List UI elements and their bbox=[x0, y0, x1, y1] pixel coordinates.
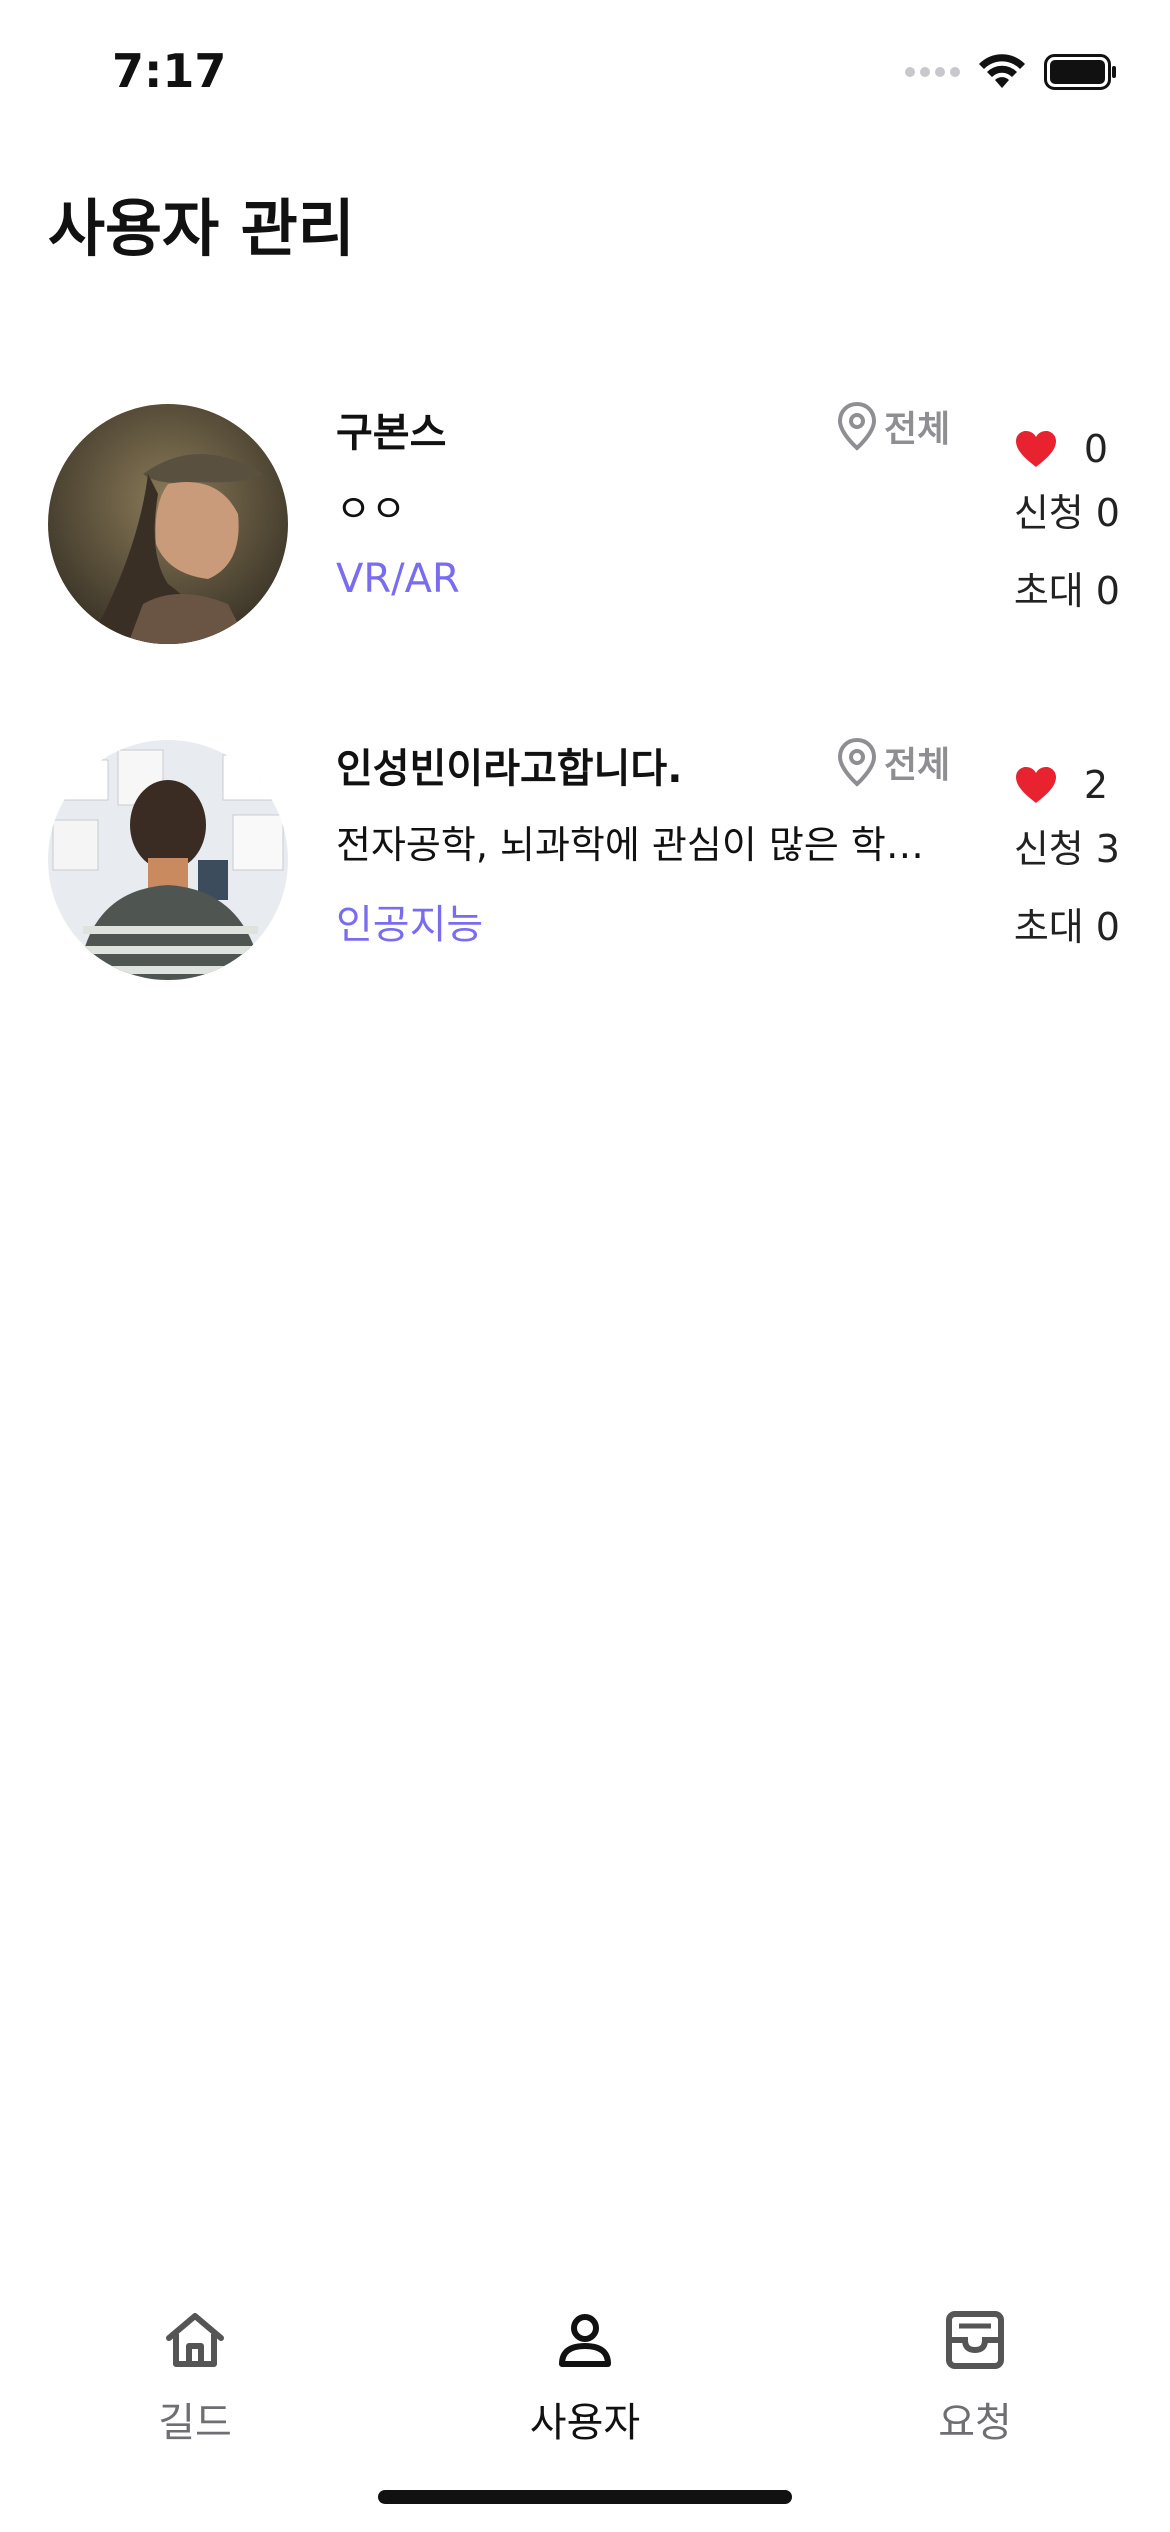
wifi-icon bbox=[979, 54, 1025, 88]
region-label: 전체 bbox=[836, 400, 950, 452]
user-stats: 0 신청 0 초대 0 bbox=[990, 410, 1120, 644]
user-list-item[interactable]: 구본스 전체 ㅇㅇ VR/AR 0 신청 0 초대 0 bbox=[0, 400, 1170, 650]
region-label: 전체 bbox=[836, 736, 950, 788]
tab-guild[interactable]: 길드 bbox=[0, 2300, 390, 2448]
cellular-signal-icon bbox=[905, 67, 960, 77]
application-count: 신청 0 bbox=[1013, 491, 1120, 535]
status-bar: 7:17 bbox=[0, 0, 1170, 140]
user-list-item[interactable]: 인성빈이라고합니다. 전체 전자공학, 뇌과학에 관심이 많은 학생입니다. 인… bbox=[0, 736, 1170, 986]
user-description: ㅇㅇ bbox=[336, 487, 406, 531]
status-indicators bbox=[905, 52, 1118, 92]
inbox-icon bbox=[946, 2311, 1004, 2369]
invitation-count: 초대 0 bbox=[1013, 905, 1120, 949]
user-stats: 2 신청 3 초대 0 bbox=[990, 746, 1120, 980]
invitation-count: 초대 0 bbox=[1013, 569, 1120, 613]
region-text: 전체 bbox=[884, 409, 951, 450]
tab-label: 사용자 bbox=[529, 2400, 641, 2446]
heart-icon bbox=[1015, 431, 1056, 467]
tab-users[interactable]: 사용자 bbox=[390, 2300, 780, 2448]
page-title: 사용자 관리 bbox=[48, 192, 355, 265]
battery-icon bbox=[1044, 54, 1116, 90]
region-text: 전체 bbox=[884, 745, 951, 786]
like-count-value: 0 bbox=[1083, 427, 1108, 471]
tab-label: 요청 bbox=[938, 2400, 1012, 2446]
home-icon bbox=[166, 2313, 224, 2367]
heart-icon bbox=[1015, 767, 1056, 803]
user-name: 구본스 bbox=[336, 410, 447, 456]
location-pin-icon bbox=[837, 401, 877, 451]
application-count: 신청 3 bbox=[1013, 827, 1120, 871]
tab-requests[interactable]: 요청 bbox=[780, 2300, 1170, 2448]
like-count-value: 2 bbox=[1083, 763, 1108, 807]
like-count: 2 bbox=[990, 746, 1120, 824]
home-indicator bbox=[378, 2490, 792, 2504]
interest-tag: 인공지능 bbox=[336, 902, 484, 948]
location-pin-icon bbox=[837, 737, 877, 787]
user-name: 인성빈이라고합니다. bbox=[336, 746, 683, 792]
avatar bbox=[48, 740, 288, 980]
user-description: 전자공학, 뇌과학에 관심이 많은 학생입니다. bbox=[336, 823, 956, 867]
status-time: 7:17 bbox=[112, 44, 227, 98]
user-icon bbox=[559, 2314, 611, 2367]
interest-tag: VR/AR bbox=[336, 556, 460, 602]
like-count: 0 bbox=[990, 410, 1120, 488]
avatar bbox=[48, 404, 288, 644]
tab-label: 길드 bbox=[158, 2400, 232, 2446]
